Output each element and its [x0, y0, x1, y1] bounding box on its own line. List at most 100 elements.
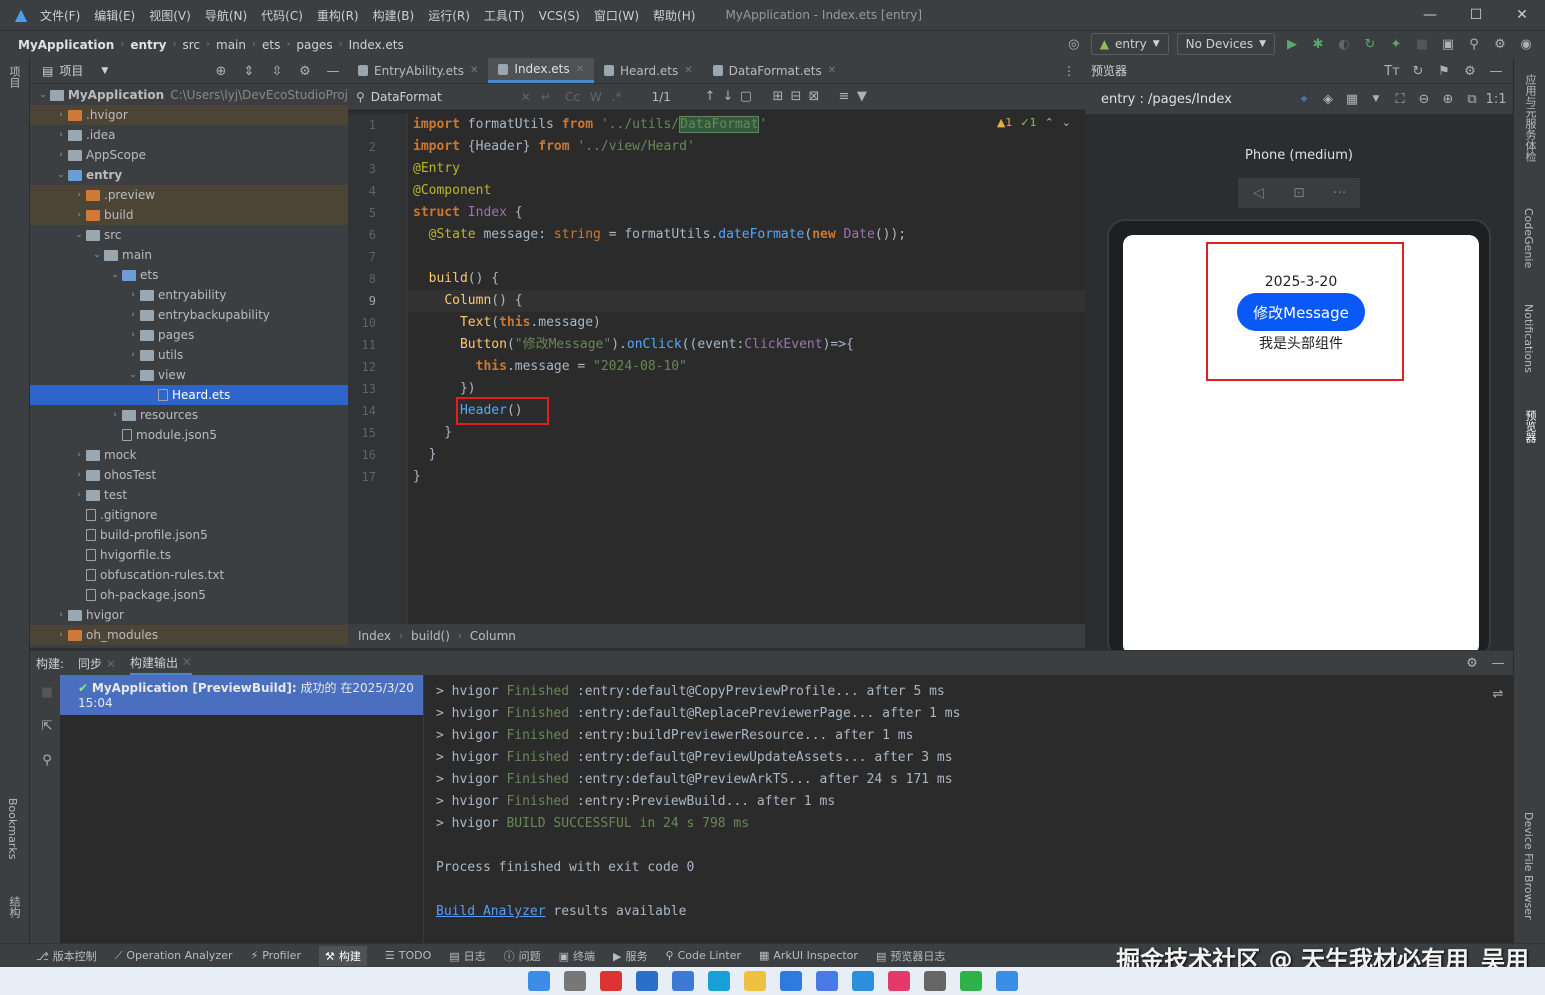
tree-item[interactable]: › .hvigor	[30, 105, 348, 125]
collapse-all-icon[interactable]: ⇳	[268, 62, 286, 80]
tree-item[interactable]: oh-package.json5	[30, 585, 348, 605]
status-tool-button[interactable]: ⚒ 构建	[318, 945, 367, 966]
breadcrumb-item[interactable]: pages	[296, 38, 332, 52]
close-icon[interactable]: ✕	[684, 65, 692, 76]
multi-device-icon[interactable]: ▦	[1343, 90, 1361, 108]
tree-item[interactable]: › ohosTest	[30, 465, 348, 485]
status-tool-button[interactable]: ▣ 终端	[559, 948, 595, 964]
tree-item[interactable]: module.json5	[30, 425, 348, 445]
tree-item[interactable]: › .idea	[30, 125, 348, 145]
stop-icon[interactable]: ■	[1413, 35, 1431, 53]
hide-icon[interactable]: —	[324, 62, 342, 80]
menu-item-4[interactable]: 代码(C)	[261, 9, 303, 23]
open-external-icon[interactable]: ⇱	[38, 717, 56, 735]
previous-match-icon[interactable]: ↑	[701, 88, 719, 106]
menu-item-5[interactable]: 重构(R)	[317, 9, 359, 23]
breadcrumb-item[interactable]: Index.ets	[349, 38, 404, 52]
match-case-icon[interactable]: Cc	[565, 90, 580, 104]
select-occurrences-icon[interactable]: ⊠	[805, 88, 823, 106]
pin-icon[interactable]: ⚑	[1435, 62, 1453, 80]
chevron-up-icon[interactable]: ⌃	[1045, 116, 1054, 129]
app3-icon[interactable]	[887, 971, 910, 991]
tree-item[interactable]: › test	[30, 485, 348, 505]
chevron-right-icon[interactable]: ›	[54, 150, 68, 160]
attach-icon[interactable]: ◐	[1335, 35, 1353, 53]
layers-icon[interactable]: ◈	[1319, 90, 1337, 108]
breadcrumb-item[interactable]: MyApplication	[18, 38, 114, 52]
tree-item[interactable]: › AppScope	[30, 145, 348, 165]
gear-icon[interactable]: ⚙	[1461, 62, 1479, 80]
chevron-right-icon[interactable]: ›	[72, 450, 86, 460]
store-icon[interactable]	[635, 971, 658, 991]
chevron-right-icon[interactable]: ›	[54, 110, 68, 120]
deveco-icon[interactable]	[995, 971, 1018, 991]
office-icon[interactable]	[599, 971, 622, 991]
tree-item[interactable]: › oh_modules	[30, 625, 348, 645]
menu-item-7[interactable]: 运行(R)	[428, 9, 470, 23]
chevron-down-icon[interactable]: ⌄	[108, 270, 122, 280]
project-panel-title[interactable]: 项目	[59, 62, 83, 79]
clear-search-icon[interactable]: ✕	[521, 90, 531, 104]
chevron-right-icon[interactable]: ›	[54, 130, 68, 140]
refresh-icon[interactable]: ↻	[1409, 62, 1427, 80]
chevron-right-icon[interactable]: ›	[72, 490, 86, 500]
stop-icon[interactable]: ■	[38, 683, 56, 701]
mail-icon[interactable]	[671, 971, 694, 991]
editor-breadcrumb-item[interactable]: Index	[358, 629, 391, 643]
target-icon[interactable]: ◎	[1065, 35, 1083, 53]
zoom-out-icon[interactable]: ⊖	[1415, 90, 1433, 108]
previewer-tool-button[interactable]: 预览器	[1522, 410, 1538, 443]
chevron-right-icon[interactable]: ›	[54, 610, 68, 620]
chevron-right-icon[interactable]: ›	[72, 190, 86, 200]
tabs-more-icon[interactable]: ⋮	[1053, 58, 1085, 83]
app-icon[interactable]	[779, 971, 802, 991]
tree-item[interactable]: Heard.ets	[30, 385, 348, 405]
chevron-right-icon[interactable]: ›	[72, 470, 86, 480]
close-icon[interactable]: ✕	[576, 64, 584, 75]
gear-icon[interactable]: ⚙	[1463, 654, 1481, 672]
chevron-down-icon[interactable]: ⌄	[72, 230, 86, 240]
profile-icon[interactable]: ✦	[1387, 35, 1405, 53]
device-select[interactable]: No Devices ▼	[1176, 33, 1275, 55]
vscode-icon[interactable]	[851, 971, 874, 991]
chevron-right-icon[interactable]: ›	[54, 630, 68, 640]
find-input[interactable]: DataFormat	[371, 90, 521, 104]
debug-icon[interactable]: ✱	[1309, 35, 1327, 53]
soft-wrap-icon[interactable]: ⇌	[1489, 685, 1507, 703]
chevron-down-icon[interactable]: ⌄	[54, 170, 68, 180]
status-tool-button[interactable]: ▦ ArkUI Inspector	[759, 949, 858, 962]
account-icon[interactable]: ◉	[1517, 35, 1535, 53]
tree-item[interactable]: › entrybackupability	[30, 305, 348, 325]
status-tool-button[interactable]: ⚲ Code Linter	[666, 949, 741, 962]
module-select[interactable]: ▲ entry ▼	[1090, 33, 1169, 55]
tree-item[interactable]: › mock	[30, 445, 348, 465]
in-selection-icon[interactable]: ≡	[835, 88, 853, 106]
screenshot-icon[interactable]: ⧉	[1463, 90, 1481, 108]
chevron-down-icon[interactable]: ⌄	[90, 250, 104, 260]
breadcrumb-item[interactable]: ets	[262, 38, 280, 52]
run-icon[interactable]: ▶	[1283, 35, 1301, 53]
app-check-tool-button[interactable]: 应用与元服务体检	[1522, 74, 1538, 162]
reload-icon[interactable]: ↻	[1361, 35, 1379, 53]
tree-item[interactable]: ⌄ src	[30, 225, 348, 245]
regex-options-icon[interactable]: ↵	[541, 90, 551, 104]
ratio-icon[interactable]: 1:1	[1486, 90, 1507, 108]
next-match-icon[interactable]: ↓	[719, 88, 737, 106]
editor-tab[interactable]: EntryAbility.ets ✕	[348, 58, 488, 83]
close-button[interactable]: ✕	[1499, 0, 1545, 30]
tree-item[interactable]: › resources	[30, 405, 348, 425]
editor-tab[interactable]: DataFormat.ets ✕	[703, 58, 846, 83]
tree-item[interactable]: ⌄ ets	[30, 265, 348, 285]
close-icon[interactable]: ✕	[470, 65, 478, 76]
files-icon[interactable]	[563, 971, 586, 991]
tree-item[interactable]: › .preview	[30, 185, 348, 205]
gear-icon[interactable]: ⚙	[296, 62, 314, 80]
tree-item[interactable]: › utils	[30, 345, 348, 365]
chevron-down-icon[interactable]: ▼	[1367, 90, 1385, 108]
settings-icon[interactable]: ⚙	[1491, 35, 1509, 53]
chevron-down-icon[interactable]: ⌄	[36, 90, 50, 100]
codegenie-tool-button[interactable]: CodeGenie	[1522, 208, 1535, 268]
remove-selection-icon[interactable]: ⊟	[787, 88, 805, 106]
tree-item[interactable]: hvigorfile.ts	[30, 545, 348, 565]
device-file-browser-tool-button[interactable]: Device File Browser	[1522, 812, 1535, 920]
